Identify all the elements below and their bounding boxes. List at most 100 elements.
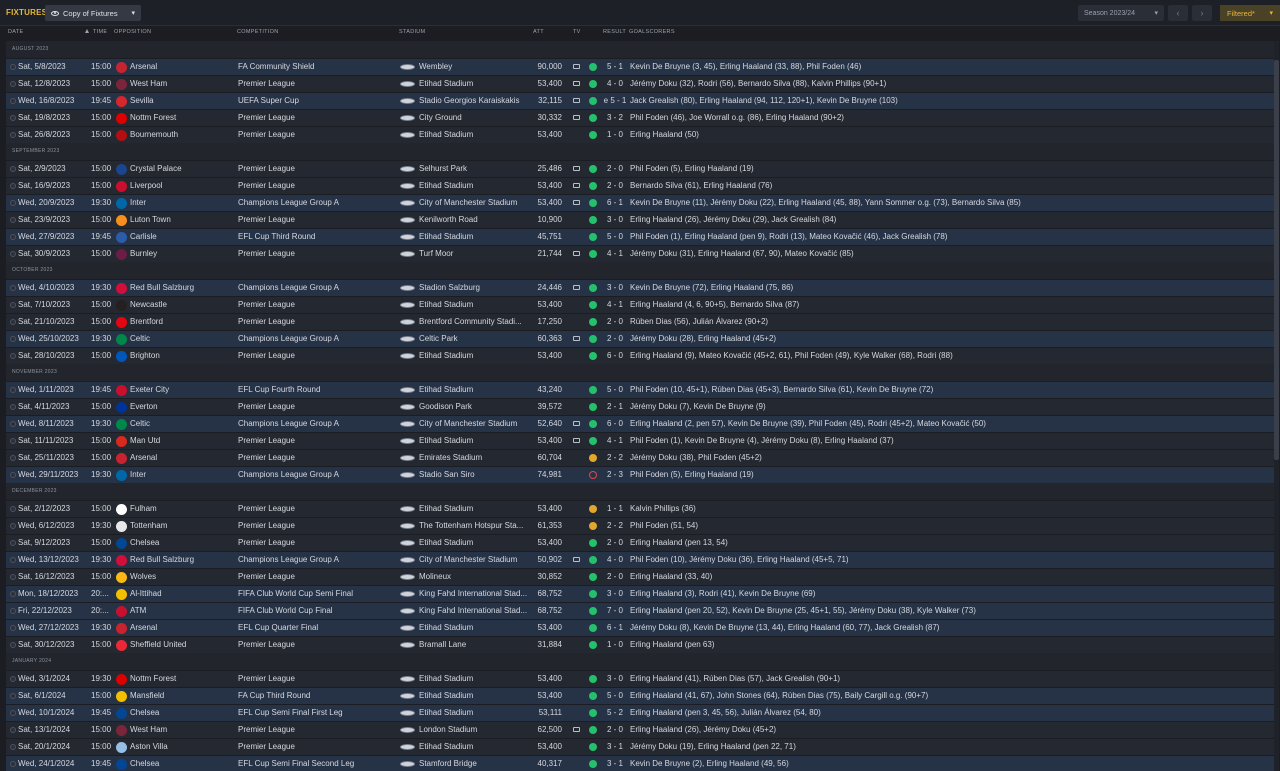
result-score[interactable]: 6 - 1 — [599, 620, 631, 636]
opposition-link[interactable]: Arsenal — [130, 450, 230, 466]
opposition-link[interactable]: Crystal Palace — [130, 161, 230, 177]
result-score[interactable]: 6 - 0 — [599, 416, 631, 432]
competition-link[interactable]: Premier League — [238, 110, 393, 126]
result-score[interactable]: 4 - 1 — [599, 433, 631, 449]
select-dot[interactable] — [10, 421, 16, 427]
result-score[interactable]: 3 - 1 — [599, 756, 631, 771]
competition-link[interactable]: Premier League — [238, 535, 393, 551]
opposition-link[interactable]: Nottm Forest — [130, 110, 230, 126]
competition-link[interactable]: FA Cup Third Round — [238, 688, 393, 704]
select-dot[interactable] — [10, 115, 16, 121]
col-date[interactable]: DATE — [8, 29, 23, 35]
select-dot[interactable] — [10, 455, 16, 461]
competition-link[interactable]: UEFA Super Cup — [238, 93, 393, 109]
result-score[interactable]: 5 - 0 — [599, 688, 631, 704]
result-score[interactable]: 3 - 0 — [599, 671, 631, 687]
select-dot[interactable] — [10, 166, 16, 172]
result-score[interactable]: 6 - 0 — [599, 348, 631, 364]
competition-link[interactable]: Champions League Group A — [238, 467, 393, 483]
competition-link[interactable]: Champions League Group A — [238, 331, 393, 347]
opposition-link[interactable]: Sevilla — [130, 93, 230, 109]
fixture-row[interactable]: Wed, 27/12/2023 19:30 Arsenal EFL Cup Quart… — [6, 619, 1274, 636]
filter-button[interactable]: Filtered* ▾ — [1220, 5, 1280, 21]
fixture-row[interactable]: Wed, 20/9/2023 19:30 Inter Champions League… — [6, 194, 1274, 211]
opposition-link[interactable]: Everton — [130, 399, 230, 415]
select-dot[interactable] — [10, 523, 16, 529]
fixture-row[interactable]: Wed, 4/10/2023 19:30 Red Bull Salzburg Cham… — [6, 279, 1274, 296]
competition-link[interactable]: Premier League — [238, 518, 393, 534]
result-score[interactable]: 1 - 0 — [599, 127, 631, 143]
select-dot[interactable] — [10, 132, 16, 138]
competition-link[interactable]: Premier League — [238, 501, 393, 517]
result-score[interactable]: 2 - 0 — [599, 535, 631, 551]
fixture-row[interactable]: Wed, 10/1/2024 19:45 Chelsea EFL Cup Semi F… — [6, 704, 1274, 721]
fixture-row[interactable]: Fri, 22/12/2023 20:... ATM FIFA Club World … — [6, 602, 1274, 619]
select-dot[interactable] — [10, 642, 16, 648]
result-score[interactable]: 3 - 2 — [599, 110, 631, 126]
fixture-row[interactable]: Wed, 16/8/2023 19:45 Sevilla UEFA Super Cup… — [6, 92, 1274, 109]
competition-link[interactable]: EFL Cup Semi Final Second Leg — [238, 756, 393, 771]
select-dot[interactable] — [10, 234, 16, 240]
competition-link[interactable]: Premier League — [238, 739, 393, 755]
select-dot[interactable] — [10, 98, 16, 104]
competition-link[interactable]: Champions League Group A — [238, 195, 393, 211]
season-selector[interactable]: Season 2023/24 ▾ — [1078, 5, 1164, 21]
select-dot[interactable] — [10, 387, 16, 393]
fixture-row[interactable]: Sat, 5/8/2023 15:00 Arsenal FA Community Sh… — [6, 58, 1274, 75]
fixture-row[interactable]: Wed, 25/10/2023 19:30 Celtic Champions Leag… — [6, 330, 1274, 347]
competition-link[interactable]: Premier League — [238, 399, 393, 415]
scrollbar-thumb[interactable] — [1274, 60, 1279, 460]
select-dot[interactable] — [10, 625, 16, 631]
select-dot[interactable] — [10, 353, 16, 359]
fixture-row[interactable]: Sat, 28/10/2023 15:00 Brighton Premier Leag… — [6, 347, 1274, 364]
fixture-row[interactable]: Sat, 16/9/2023 15:00 Liverpool Premier Leag… — [6, 177, 1274, 194]
opposition-link[interactable]: Celtic — [130, 416, 230, 432]
select-dot[interactable] — [10, 64, 16, 70]
fixture-row[interactable]: Sat, 26/8/2023 15:00 Bournemouth Premier Le… — [6, 126, 1274, 143]
result-score[interactable]: 3 - 0 — [599, 586, 631, 602]
opposition-link[interactable]: Red Bull Salzburg — [130, 280, 230, 296]
competition-link[interactable]: FIFA Club World Cup Semi Final — [238, 586, 393, 602]
col-opposition[interactable]: OPPOSITION — [114, 29, 151, 35]
opposition-link[interactable]: Brighton — [130, 348, 230, 364]
opposition-link[interactable]: Man Utd — [130, 433, 230, 449]
result-score[interactable]: 2 - 0 — [599, 178, 631, 194]
competition-link[interactable]: Premier League — [238, 348, 393, 364]
fixture-row[interactable]: Sat, 2/12/2023 15:00 Fulham Premier League E… — [6, 500, 1274, 517]
select-dot[interactable] — [10, 251, 16, 257]
opposition-link[interactable]: Carlisle — [130, 229, 230, 245]
opposition-link[interactable]: West Ham — [130, 722, 230, 738]
select-dot[interactable] — [10, 557, 16, 563]
opposition-link[interactable]: Chelsea — [130, 535, 230, 551]
result-score[interactable]: 2 - 0 — [599, 331, 631, 347]
result-score[interactable]: 5 - 1 — [599, 59, 631, 75]
result-score[interactable]: 3 - 1 — [599, 739, 631, 755]
competition-link[interactable]: EFL Cup Semi Final First Leg — [238, 705, 393, 721]
opposition-link[interactable]: Tottenham — [130, 518, 230, 534]
opposition-link[interactable]: Inter — [130, 195, 230, 211]
result-score[interactable]: 2 - 0 — [599, 314, 631, 330]
fixture-row[interactable]: Wed, 1/11/2023 19:45 Exeter City EFL Cup Fo… — [6, 381, 1274, 398]
result-score[interactable]: 2 - 2 — [599, 518, 631, 534]
opposition-link[interactable]: Inter — [130, 467, 230, 483]
opposition-link[interactable]: Newcastle — [130, 297, 230, 313]
fixture-row[interactable]: Sat, 25/11/2023 15:00 Arsenal Premier Leagu… — [6, 449, 1274, 466]
select-dot[interactable] — [10, 217, 16, 223]
competition-link[interactable]: Premier League — [238, 297, 393, 313]
select-dot[interactable] — [10, 574, 16, 580]
col-stadium[interactable]: STADIUM — [399, 29, 425, 35]
opposition-link[interactable]: Al-Ittihad — [130, 586, 230, 602]
competition-link[interactable]: Premier League — [238, 178, 393, 194]
select-dot[interactable] — [10, 744, 16, 750]
opposition-link[interactable]: Mansfield — [130, 688, 230, 704]
fixture-row[interactable]: Wed, 3/1/2024 19:30 Nottm Forest Premier Le… — [6, 670, 1274, 687]
opposition-link[interactable]: Red Bull Salzburg — [130, 552, 230, 568]
fixture-row[interactable]: Sat, 30/12/2023 15:00 Sheffield United Prem… — [6, 636, 1274, 653]
opposition-link[interactable]: Brentford — [130, 314, 230, 330]
select-dot[interactable] — [10, 183, 16, 189]
competition-link[interactable]: Champions League Group A — [238, 280, 393, 296]
opposition-link[interactable]: Fulham — [130, 501, 230, 517]
col-tv[interactable]: TV — [573, 29, 581, 35]
opposition-link[interactable]: Sheffield United — [130, 637, 230, 653]
opposition-link[interactable]: Bournemouth — [130, 127, 230, 143]
